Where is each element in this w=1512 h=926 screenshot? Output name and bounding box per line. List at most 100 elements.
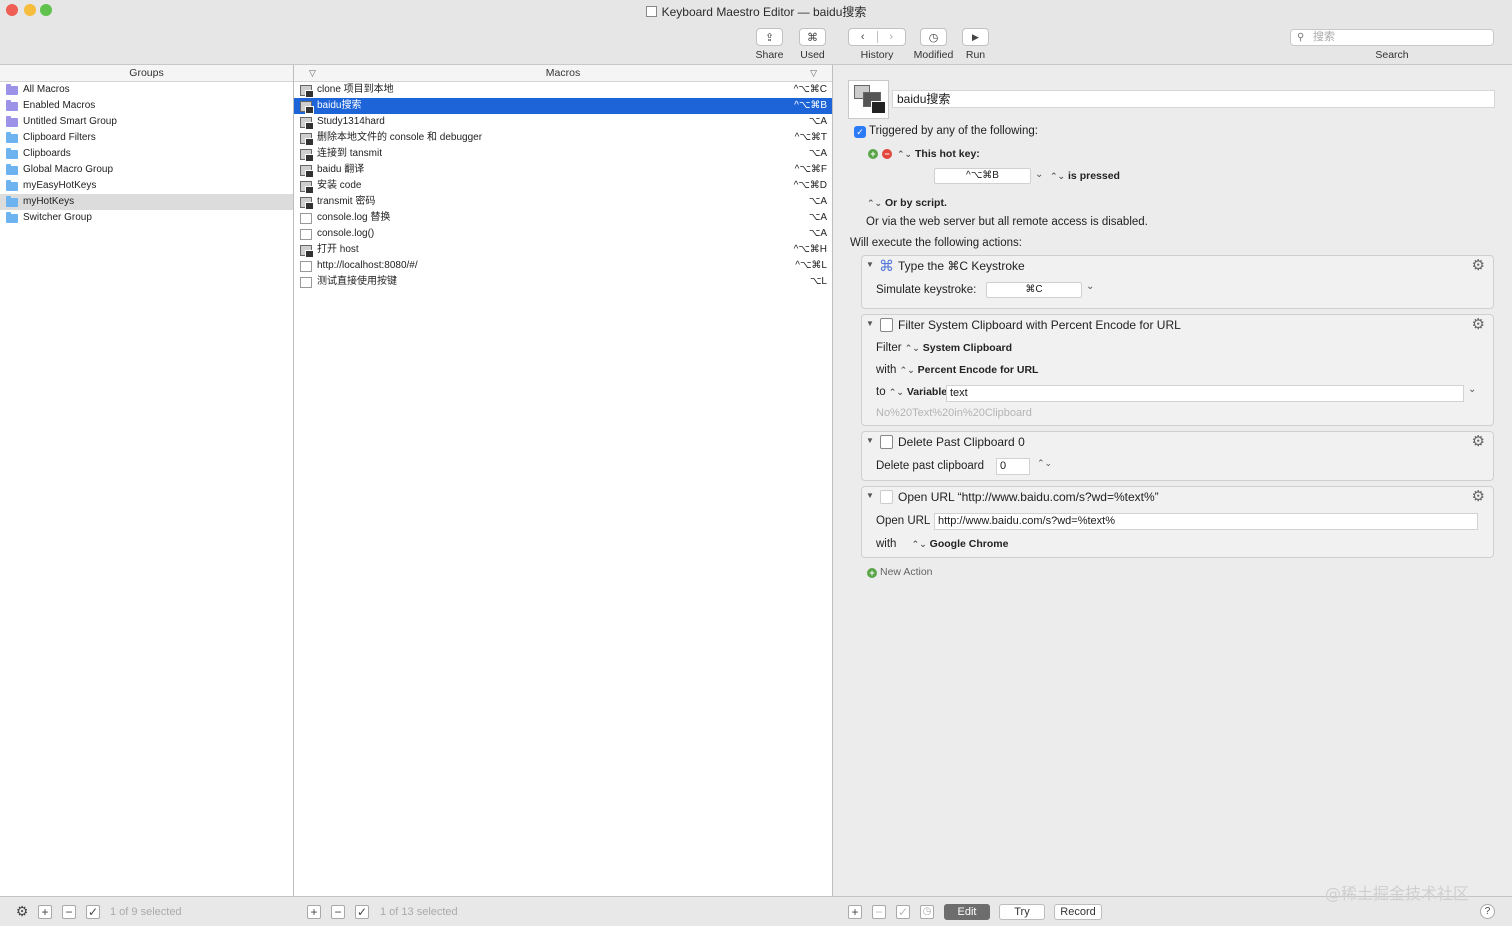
history-forward-button[interactable]: › [878,31,906,43]
remove-trigger-icon[interactable]: − [882,149,892,159]
search-label: Search [1375,49,1409,61]
macro-icon [300,149,314,162]
groups-header[interactable]: Groups [0,65,293,82]
record-button[interactable]: Record [1054,904,1102,920]
macro-icon [300,229,312,240]
clock-icon: ◷ [920,28,947,46]
add-macro-button[interactable]: + [307,905,321,919]
macro-item[interactable]: 测试直接使用按键 ⌥L [294,274,832,290]
macro-name-field[interactable]: baidu搜索 [892,90,1495,108]
history-back-button[interactable]: ‹ [849,31,878,43]
macro-item[interactable]: 连接到 tansmit ⌥A [294,146,832,162]
action-open-url[interactable]: ▼ Open URL “http://www.baidu.com/s?wd=%t… [861,486,1494,558]
macros-list: clone 项目到本地 ^⌥⌘C baidu搜索 ^⌥⌘B Study1314hard ⌥… [294,82,832,290]
action-filter-clipboard[interactable]: ▼ Filter System Clipboard with Percent E… [861,314,1494,426]
smart-folder-icon [6,116,18,127]
share-button[interactable]: ⇪ Share [754,28,785,61]
variable-name-field[interactable]: text [946,385,1464,402]
or-by-script-popup[interactable]: ⌃⌄ Or by script. [867,197,947,209]
group-item[interactable]: myEasyHotKeys [0,178,293,194]
macro-item[interactable]: Study1314hard ⌥A [294,114,832,130]
search-input[interactable]: 搜索 [1290,29,1494,46]
document-icon [645,6,657,17]
window-title: Keyboard Maestro Editor — baidu搜索 [0,3,1512,20]
stepper-icon[interactable]: ⌃⌄ [1037,458,1052,469]
remove-action-button[interactable]: − [872,905,886,919]
chevron-down-icon[interactable]: ⌄ [1086,281,1094,292]
macros-header[interactable]: ▽ Macros ▽ [294,65,832,82]
used-button[interactable]: ⌘ Used [797,28,828,61]
url-field[interactable]: http://www.baidu.com/s?wd=%text% [934,513,1478,530]
macro-icon [300,165,314,178]
group-item[interactable]: myHotKeys [0,194,293,210]
add-trigger-icon[interactable]: + [868,149,878,159]
with-row: with ⌃⌄ Google Chrome [876,538,1009,550]
macro-item[interactable]: 安装 code ^⌥⌘D [294,178,832,194]
clipboard-index-field[interactable]: 0 [996,458,1030,475]
keystroke-field[interactable]: ⌘C [986,282,1082,298]
macro-item[interactable]: http://localhost:8080/#/^⌥⌘L [294,258,832,274]
hotkey-field[interactable]: ^⌥⌘B [934,168,1031,184]
help-button[interactable]: ? [1480,904,1495,919]
chevron-down-icon[interactable]: ⌄ [1035,169,1043,180]
enable-group-checkbox[interactable]: ✓ [86,905,100,919]
gear-icon[interactable]: ⚙ [1472,258,1485,273]
macro-item[interactable]: 打开 host ^⌥⌘H [294,242,832,258]
macro-item[interactable]: 删除本地文件的 console 和 debugger ^⌥⌘T [294,130,832,146]
add-group-button[interactable]: + [38,905,52,919]
group-item[interactable]: All Macros [0,82,293,98]
trigger-enabled-checkbox[interactable]: ✓ [854,126,866,138]
macro-hotkey: ^⌥⌘D [793,180,827,191]
remove-macro-button[interactable]: − [331,905,345,919]
remove-group-button[interactable]: − [62,905,76,919]
group-item[interactable]: Untitled Smart Group [0,114,293,130]
edit-button[interactable]: Edit [944,904,990,920]
gear-icon[interactable]: ⚙ [1472,489,1485,504]
action-type-keystroke[interactable]: ▼ ⌘ Type the ⌘C Keystroke ⚙ Simulate key… [861,255,1494,309]
macro-item[interactable]: baidu搜索 ^⌥⌘B [294,98,832,114]
disclosure-triangle-icon[interactable]: ▼ [866,491,874,500]
macro-hotkey: ⌥A [808,148,827,159]
chevron-down-icon[interactable]: ⌄ [1468,384,1476,395]
sort-icon[interactable]: ▽ [810,65,817,82]
new-action-icon[interactable]: + [867,568,877,578]
group-item[interactable]: Clipboards [0,146,293,162]
macro-icon-well[interactable] [848,80,889,119]
filter-type-popup[interactable]: ⌃⌄ Percent Encode for URL [900,364,1039,376]
gear-icon[interactable]: ⚙ [15,904,29,919]
try-button[interactable]: Try [999,904,1045,920]
destination-popup[interactable]: ⌃⌄ Variable [889,386,947,398]
disclosure-triangle-icon[interactable]: ▼ [866,436,874,445]
action-delete-past-clipboard[interactable]: ▼ Delete Past Clipboard 0 ⚙ Delete past … [861,431,1494,481]
macro-item[interactable]: baidu 翻译 ^⌥⌘F [294,162,832,178]
enable-action-checkbox[interactable]: ✓ [896,905,910,919]
group-item[interactable]: Clipboard Filters [0,130,293,146]
macro-item[interactable]: transmit 密码 ⌥A [294,194,832,210]
filter-icon[interactable]: ▽ [309,65,316,82]
group-item[interactable]: Switcher Group [0,210,293,226]
clock-icon[interactable]: ◷ [920,905,934,919]
macro-item[interactable]: console.log() ⌥A [294,226,832,242]
run-button[interactable]: ▶ Run [961,28,990,61]
disclosure-triangle-icon[interactable]: ▼ [866,260,874,269]
macro-item[interactable]: console.log 替换 ⌥A [294,210,832,226]
group-item[interactable]: Enabled Macros [0,98,293,114]
macro-hotkey: ^⌥⌘H [793,244,827,255]
trigger-text: Triggered by any of the following: [869,125,1038,137]
command-key-icon: ⌘ [879,258,894,275]
new-action-button[interactable]: New Action [880,566,933,578]
enable-macro-checkbox[interactable]: ✓ [355,905,369,919]
macro-item[interactable]: clone 项目到本地 ^⌥⌘C [294,82,832,98]
hotkey-trigger-type[interactable]: ⌃⌄ This hot key: [897,148,980,160]
disclosure-triangle-icon[interactable]: ▼ [866,319,874,328]
group-item[interactable]: Global Macro Group [0,162,293,178]
add-action-button[interactable]: + [848,905,862,919]
macros-status: 1 of 13 selected [380,906,458,918]
macro-icon [300,213,312,224]
gear-icon[interactable]: ⚙ [1472,317,1485,332]
filter-source-popup[interactable]: ⌃⌄ System Clipboard [905,342,1012,354]
gear-icon[interactable]: ⚙ [1472,434,1485,449]
browser-popup[interactable]: ⌃⌄ Google Chrome [912,538,1009,550]
modified-button[interactable]: ◷ Modified [912,28,955,61]
is-pressed-popup[interactable]: ⌃⌄ is pressed [1050,170,1120,182]
